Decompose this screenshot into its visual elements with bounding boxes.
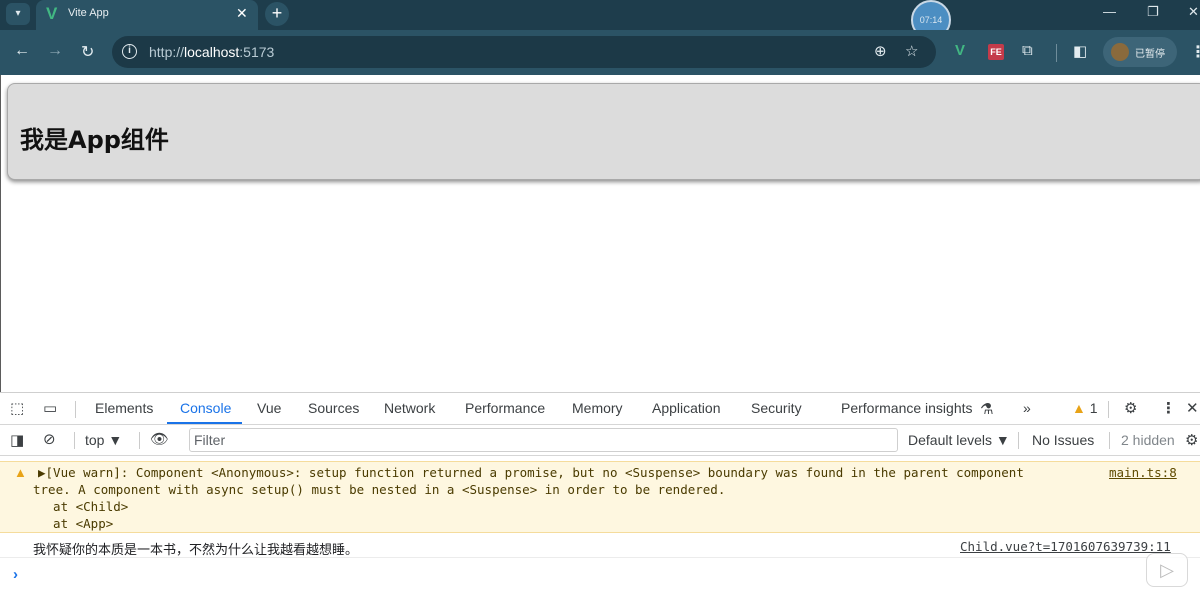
log-source-link[interactable]: Child.vue?t=1701607639739:11: [960, 539, 1171, 554]
play-button-icon[interactable]: ▷: [1146, 553, 1188, 587]
filter-box[interactable]: [189, 428, 898, 452]
app-component-card: 我是App组件: [7, 83, 1200, 180]
settings-gear-icon[interactable]: ⚙: [1124, 399, 1137, 417]
address-url[interactable]: http://localhost:5173: [149, 44, 274, 60]
vue-devtools-icon[interactable]: V: [955, 42, 965, 59]
tab-close-icon[interactable]: ✕: [236, 5, 248, 22]
devtools-panel: ⬚ ▭ Elements Console Vue Sources Network…: [0, 392, 1200, 592]
restore-button[interactable]: ❐: [1147, 4, 1159, 20]
tab-memory[interactable]: Memory: [572, 400, 623, 416]
fe-extension-icon[interactable]: FE: [988, 44, 1004, 60]
context-selector[interactable]: top ▼: [85, 432, 122, 448]
warning-line: at <Child>: [38, 499, 129, 514]
avatar: [1111, 43, 1129, 61]
hidden-messages-count: 2 hidden: [1121, 432, 1175, 448]
devtools-menu-icon[interactable]: ⋮: [1161, 399, 1176, 417]
tab-console[interactable]: Console: [180, 400, 231, 416]
console-prompt[interactable]: ›: [13, 566, 18, 583]
extensions-puzzle-icon[interactable]: ⧉: [1022, 42, 1033, 59]
divider: [139, 432, 140, 449]
divider: [1018, 432, 1019, 449]
console-settings-icon[interactable]: ⚙: [1185, 431, 1198, 449]
warning-count-badge[interactable]: ▲ 1: [1072, 400, 1098, 416]
tab-network[interactable]: Network: [384, 400, 435, 416]
log-levels-dropdown[interactable]: Default levels ▼: [908, 432, 1010, 448]
more-tabs-button[interactable]: »: [1023, 400, 1031, 416]
star-icon[interactable]: ☆: [905, 42, 918, 60]
profile-status-label: 已暂停: [1135, 49, 1165, 60]
divider: [1108, 401, 1109, 418]
warning-icon: ▲: [1072, 400, 1086, 416]
new-tab-button[interactable]: +: [265, 2, 289, 26]
browser-tab-strip: ▾ V Vite App ✕ + 07:14 — ❐ ✕: [0, 0, 1200, 40]
tab-application[interactable]: Application: [652, 400, 721, 416]
devtools-tab-bar: ⬚ ▭ Elements Console Vue Sources Network…: [0, 393, 1200, 425]
warning-line: at <App>: [38, 516, 114, 531]
kebab-menu-icon[interactable]: ⋮: [1190, 42, 1200, 62]
issues-button[interactable]: No Issues: [1032, 432, 1094, 448]
tab-elements[interactable]: Elements: [95, 400, 153, 416]
flask-icon: ⚗: [980, 401, 994, 418]
close-window-button[interactable]: ✕: [1188, 4, 1199, 20]
log-text: 我怀疑你的本质是一本书，不然为什么让我越看越想睡。: [33, 543, 359, 558]
filter-input[interactable]: [194, 431, 884, 449]
profile-button[interactable]: 已暂停: [1103, 37, 1177, 67]
divider: [1109, 432, 1110, 449]
warning-source-link[interactable]: main.ts:8: [1109, 465, 1177, 480]
divider: [75, 401, 76, 418]
address-bar[interactable]: i http://localhost:5173 ⊕ ☆: [112, 36, 936, 68]
forward-arrow-icon[interactable]: →: [47, 42, 63, 60]
vite-favicon-icon: V: [46, 4, 58, 23]
console-filter-bar: ◨ ⊘ top ▼ 👁 Default levels ▼ No Issues 2…: [0, 426, 1200, 456]
side-panel-icon[interactable]: ◧: [1073, 42, 1087, 60]
toolbar-divider: [1056, 44, 1057, 62]
tab-title: Vite App: [68, 7, 109, 19]
tab-vue[interactable]: Vue: [257, 400, 281, 416]
tab-performance-insights[interactable]: Performance insights: [841, 400, 973, 416]
divider: [74, 432, 75, 449]
tab-performance[interactable]: Performance: [465, 400, 545, 416]
minimize-button[interactable]: —: [1103, 4, 1116, 19]
device-toolbar-icon[interactable]: ▭: [43, 399, 57, 417]
browser-tab[interactable]: V Vite App ✕: [36, 0, 258, 30]
zoom-icon[interactable]: ⊕: [874, 42, 887, 60]
tab-sources[interactable]: Sources: [308, 400, 359, 416]
clear-console-icon[interactable]: ⊘: [43, 430, 56, 448]
browser-toolbar: ← → ↻ i http://localhost:5173 ⊕ ☆ V FE ⧉…: [0, 30, 1200, 75]
info-icon[interactable]: i: [122, 44, 137, 59]
page-title: 我是App组件: [20, 126, 169, 154]
warning-line: ▶[Vue warn]: Component <Anonymous>: setu…: [38, 465, 1024, 480]
tab-search-button[interactable]: ▾: [6, 3, 30, 25]
tab-security[interactable]: Security: [751, 400, 802, 416]
page-viewport: 我是App组件: [0, 75, 1200, 392]
close-devtools-icon[interactable]: ✕: [1186, 399, 1199, 417]
inspect-element-icon[interactable]: ⬚: [10, 399, 24, 417]
warning-icon: ▲: [14, 465, 27, 480]
console-warning-message[interactable]: ▲ ▶[Vue warn]: Component <Anonymous>: se…: [0, 461, 1200, 533]
warning-line: tree. A component with async setup() mus…: [33, 482, 726, 497]
live-expression-eye-icon[interactable]: 👁: [150, 430, 169, 448]
console-log-message[interactable]: 我怀疑你的本质是一本书，不然为什么让我越看越想睡。 Child.vue?t=17…: [0, 534, 1200, 558]
reload-icon[interactable]: ↻: [81, 42, 94, 62]
active-tab-indicator: [167, 422, 242, 424]
back-arrow-icon[interactable]: ←: [14, 42, 30, 60]
sidebar-toggle-icon[interactable]: ◨: [10, 431, 24, 449]
